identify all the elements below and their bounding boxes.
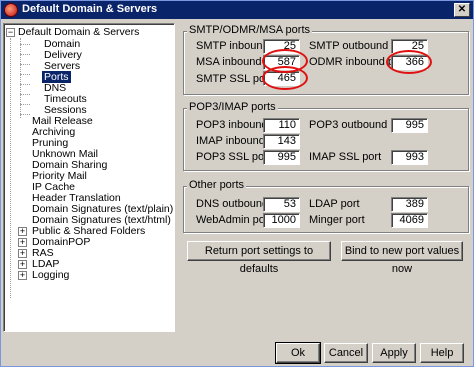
title-bar[interactable]: Default Domain & Servers ✕ bbox=[1, 1, 473, 19]
imap-ssl-field[interactable]: 993 bbox=[391, 150, 428, 165]
cancel-button[interactable]: Cancel bbox=[324, 343, 368, 363]
tree-connector bbox=[20, 44, 30, 45]
collapse-icon[interactable]: − bbox=[6, 28, 15, 37]
ldap-port-label: LDAP port bbox=[309, 198, 360, 210]
expand-icon[interactable]: + bbox=[18, 260, 27, 269]
tree-connector bbox=[20, 104, 30, 105]
tree-connector bbox=[20, 38, 21, 118]
webadmin-port-label: WebAdmin port bbox=[196, 214, 272, 226]
highlight-ring-odmr bbox=[386, 50, 432, 74]
pop3-inbound-field[interactable]: 110 bbox=[263, 118, 300, 133]
webadmin-port-field[interactable]: 1000 bbox=[263, 213, 300, 228]
smtp-ssl-label: SMTP SSL port bbox=[196, 73, 272, 85]
expand-icon[interactable]: + bbox=[18, 249, 27, 258]
minger-port-label: Minger port bbox=[309, 214, 365, 226]
apply-button[interactable]: Apply bbox=[372, 343, 416, 363]
pop3-ssl-field[interactable]: 995 bbox=[263, 150, 300, 165]
tree-connector bbox=[20, 114, 30, 115]
tree-connector bbox=[20, 54, 30, 55]
expand-icon[interactable]: + bbox=[18, 227, 27, 236]
window-title: Default Domain & Servers bbox=[22, 3, 158, 15]
expand-icon[interactable]: + bbox=[18, 238, 27, 247]
dns-outbound-field[interactable]: 53 bbox=[263, 197, 300, 212]
tree-connector bbox=[10, 38, 11, 298]
ok-button[interactable]: Ok bbox=[275, 342, 321, 364]
minger-port-field[interactable]: 4069 bbox=[391, 213, 428, 228]
pop3-outbound-field[interactable]: 995 bbox=[391, 118, 428, 133]
tree-connector bbox=[20, 74, 30, 75]
other-group-legend: Other ports bbox=[187, 179, 247, 191]
tree-item-label: Default Domain & Servers bbox=[18, 26, 140, 38]
tree-connector bbox=[20, 84, 30, 85]
app-icon bbox=[4, 3, 18, 17]
settings-tree[interactable]: − Default Domain & Servers Domain Delive… bbox=[3, 23, 175, 332]
return-defaults-button[interactable]: Return port settings to defaults bbox=[187, 241, 331, 275]
dialog-window: Default Domain & Servers ✕ − Default Dom… bbox=[0, 0, 474, 367]
smtp-group-legend: SMTP/ODMR/MSA ports bbox=[187, 24, 313, 36]
highlight-ring-smtp-ssl bbox=[262, 66, 308, 90]
imap-ssl-label: IMAP SSL port bbox=[309, 151, 382, 163]
tree-item-label: Logging bbox=[32, 269, 70, 281]
tree-item-logging[interactable]: Logging bbox=[32, 269, 69, 282]
imap-inbound-field[interactable]: 143 bbox=[263, 134, 300, 149]
tree-connector bbox=[20, 64, 30, 65]
close-icon[interactable]: ✕ bbox=[454, 3, 470, 17]
expand-icon[interactable]: + bbox=[18, 271, 27, 280]
bind-new-ports-button[interactable]: Bind to new port values now bbox=[341, 241, 463, 275]
help-button[interactable]: Help bbox=[420, 343, 464, 363]
pop3-imap-group-legend: POP3/IMAP ports bbox=[187, 101, 278, 113]
pop3-ssl-label: POP3 SSL port bbox=[196, 151, 271, 163]
ldap-port-field[interactable]: 389 bbox=[391, 197, 428, 212]
tree-connector bbox=[20, 94, 30, 95]
